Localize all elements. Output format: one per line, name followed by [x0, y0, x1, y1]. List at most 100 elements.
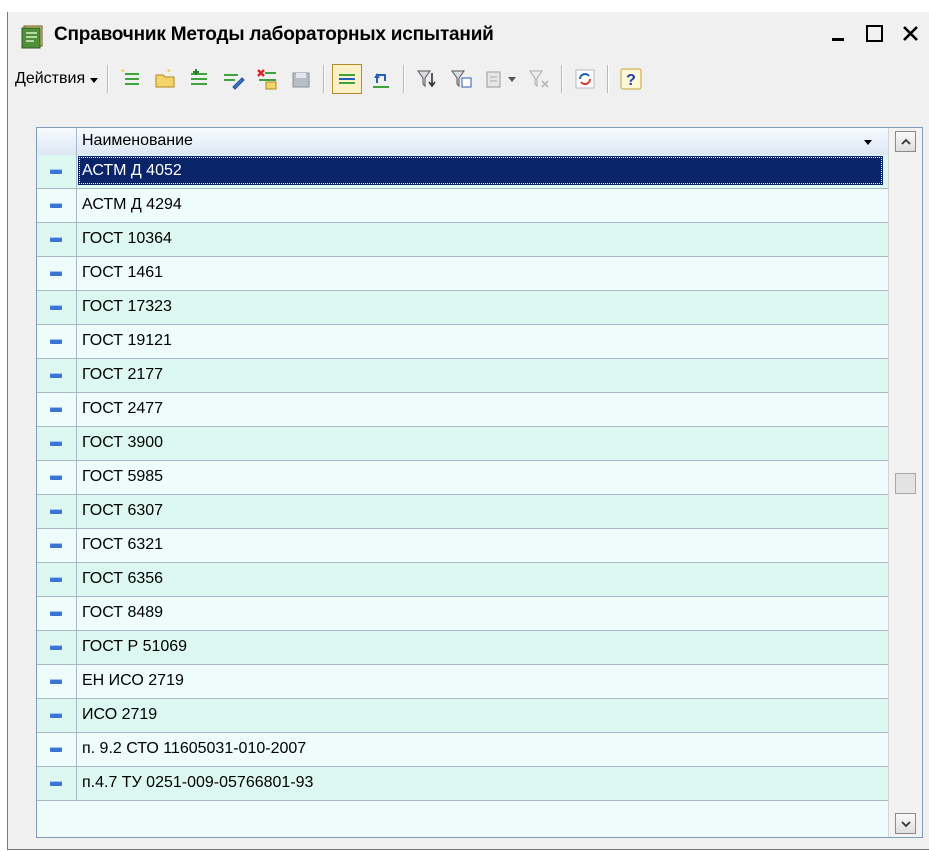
table-row[interactable]: ГОСТ 2177	[37, 359, 888, 393]
table-row[interactable]: ГОСТ 6307	[37, 495, 888, 529]
catalog-book-icon	[21, 25, 43, 49]
folder-add-icon	[155, 69, 175, 88]
scroll-thumb[interactable]	[895, 473, 916, 494]
row-marker	[37, 665, 77, 698]
table-rows: АСТМ Д 4052 АСТМ Д 4294 ГОСТ 10364 ГОСТ 146…	[37, 155, 888, 801]
close-button[interactable]	[893, 18, 929, 50]
vertical-scrollbar[interactable]	[888, 128, 922, 837]
item-dash-icon	[50, 441, 62, 446]
actions-label: Действия	[15, 70, 86, 87]
table-row[interactable]: ГОСТ 17323	[37, 291, 888, 325]
row-name: ГОСТ 6356	[82, 570, 164, 587]
chevron-down-icon	[900, 820, 911, 827]
row-marker	[37, 563, 77, 596]
filter-by-value-button[interactable]	[446, 64, 476, 94]
title-bar[interactable]: Справочник Методы лабораторных испытаний	[8, 12, 929, 58]
add-item-button[interactable]	[116, 64, 146, 94]
window-title: Справочник Методы лабораторных испытаний	[54, 24, 494, 45]
actions-menu[interactable]: Действия	[11, 64, 102, 94]
table-row[interactable]: ИСО 2719	[37, 699, 888, 733]
scroll-up-button[interactable]	[895, 131, 916, 152]
scroll-down-button[interactable]	[895, 813, 916, 834]
table-row[interactable]: ГОСТ 3900	[37, 427, 888, 461]
level-up-button[interactable]	[366, 64, 396, 94]
toolbar-separator	[107, 65, 110, 93]
item-dash-icon	[50, 781, 62, 786]
item-dash-icon	[50, 169, 62, 174]
item-dash-icon	[50, 407, 62, 412]
row-name: АСТМ Д 4052	[78, 156, 883, 185]
table-header: Наименование	[37, 128, 888, 156]
list-mode-toggle[interactable]	[332, 64, 363, 94]
row-marker	[37, 155, 77, 188]
level-up-icon	[373, 73, 390, 88]
maximize-icon	[866, 25, 883, 42]
filter-history-button[interactable]	[480, 64, 520, 94]
edit-item-button[interactable]	[218, 64, 248, 94]
table-row[interactable]: ЕН ИСО 2719	[37, 665, 888, 699]
row-name: ГОСТ Р 51069	[82, 638, 188, 655]
row-marker	[37, 495, 77, 528]
table-row[interactable]: ГОСТ 10364	[37, 223, 888, 257]
save-button[interactable]	[286, 64, 316, 94]
item-dash-icon	[50, 373, 62, 378]
catalog-window: Справочник Методы лабораторных испытаний…	[7, 12, 929, 850]
item-dash-icon	[50, 475, 62, 480]
copy-item-button[interactable]	[184, 64, 214, 94]
table-row[interactable]: ГОСТ 6356	[37, 563, 888, 597]
refresh-button[interactable]	[570, 64, 600, 94]
row-name: ГОСТ 6321	[82, 536, 164, 553]
chevron-down-icon	[508, 76, 517, 82]
filter-button[interactable]	[412, 64, 442, 94]
item-dash-icon	[50, 645, 62, 650]
row-marker	[37, 257, 77, 290]
maximize-button[interactable]	[857, 18, 893, 50]
table-row[interactable]: ГОСТ 8489	[37, 597, 888, 631]
row-name: ГОСТ 3900	[82, 434, 164, 451]
chevron-up-icon	[900, 138, 911, 145]
minimize-button[interactable]	[821, 18, 857, 50]
save-disk-icon	[292, 72, 310, 88]
table-row[interactable]: п. 9.2 СТО 11605031-010-2007	[37, 733, 888, 767]
item-dash-icon	[50, 543, 62, 548]
table-row[interactable]: ГОСТ 6321	[37, 529, 888, 563]
row-name: ГОСТ 8489	[82, 604, 164, 621]
table-row[interactable]: п.4.7 ТУ 0251-009-05766801-93	[37, 767, 888, 801]
refresh-icon	[575, 69, 595, 89]
table-row[interactable]: ГОСТ 5985	[37, 461, 888, 495]
column-header-name[interactable]: Наименование	[82, 132, 193, 150]
mark-delete-button[interactable]	[252, 64, 282, 94]
copy-item-icon	[191, 69, 208, 85]
row-name: ГОСТ 1461	[82, 264, 164, 281]
item-dash-icon	[50, 747, 62, 752]
help-icon: ?	[620, 68, 642, 90]
table-row[interactable]: АСТМ Д 4294	[37, 189, 888, 223]
edit-pencil-icon	[224, 74, 245, 90]
item-dash-icon	[50, 577, 62, 582]
toolbar-separator	[323, 65, 326, 93]
header-corner	[37, 128, 77, 155]
table-row[interactable]: АСТМ Д 4052	[37, 155, 888, 189]
help-button[interactable]: ?	[616, 64, 646, 94]
table-row[interactable]: ГОСТ 19121	[37, 325, 888, 359]
add-folder-button[interactable]	[150, 64, 180, 94]
table-row[interactable]: ГОСТ 2477	[37, 393, 888, 427]
row-name: ГОСТ 10364	[82, 230, 172, 247]
clear-filter-button[interactable]	[524, 64, 554, 94]
item-dash-icon	[50, 679, 62, 684]
row-marker	[37, 291, 77, 324]
table-row[interactable]: ГОСТ 1461	[37, 257, 888, 291]
items-table[interactable]: Наименование АСТМ Д 4052 АСТМ Д 4294 ГОСТ …	[36, 127, 923, 838]
row-name: ГОСТ 5985	[82, 468, 164, 485]
item-dash-icon	[50, 509, 62, 514]
clear-filter-icon	[529, 70, 549, 88]
table-row[interactable]: ГОСТ Р 51069	[37, 631, 888, 665]
sort-desc-icon[interactable]	[864, 140, 872, 145]
help-label: ?	[626, 72, 636, 89]
toolbar-separator	[607, 65, 610, 93]
row-name: ГОСТ 2477	[82, 400, 164, 417]
row-marker	[37, 597, 77, 630]
item-dash-icon	[50, 305, 62, 310]
row-marker	[37, 223, 77, 256]
row-marker	[37, 461, 77, 494]
